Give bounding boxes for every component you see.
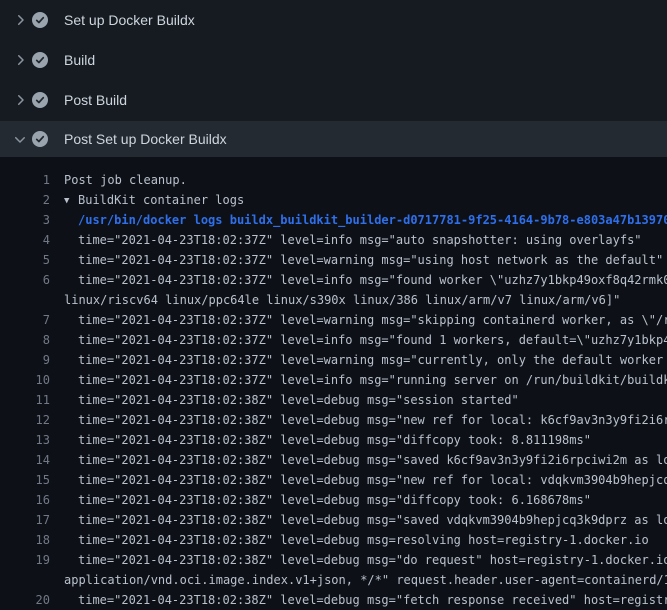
log-row: 20time="2021-04-23T18:02:38Z" level=debu… (0, 590, 667, 610)
log-row: 6time="2021-04-23T18:02:37Z" level=info … (0, 270, 667, 290)
line-number[interactable]: 7 (0, 310, 50, 330)
log-row: application/vnd.oci.image.index.v1+json,… (0, 570, 667, 590)
line-number[interactable]: 10 (0, 370, 50, 390)
log-text: time="2021-04-23T18:02:38Z" level=debug … (50, 430, 591, 450)
log-text: time="2021-04-23T18:02:38Z" level=debug … (50, 490, 591, 510)
step-label: Set up Docker Buildx (64, 12, 195, 28)
log-text: time="2021-04-23T18:02:37Z" level=warnin… (50, 250, 663, 270)
line-number[interactable]: 6 (0, 270, 50, 290)
group-expanded-triangle-icon[interactable]: ▼ (64, 191, 78, 211)
step-row-set-up-docker-buildx[interactable]: Set up Docker Buildx (0, 0, 667, 40)
log-text: time="2021-04-23T18:02:38Z" level=debug … (50, 510, 667, 530)
line-number (0, 570, 50, 590)
line-number[interactable]: 9 (0, 350, 50, 370)
check-circle-icon (32, 12, 48, 28)
step-label: Post Build (64, 92, 127, 108)
group-title[interactable]: BuildKit container logs (78, 193, 244, 207)
log-row: 14time="2021-04-23T18:02:38Z" level=debu… (0, 450, 667, 470)
log-row: 3/usr/bin/docker logs buildx_buildkit_bu… (0, 210, 667, 230)
log-row: 18time="2021-04-23T18:02:38Z" level=debu… (0, 530, 667, 550)
line-number[interactable]: 1 (0, 170, 50, 190)
log-text: time="2021-04-23T18:02:38Z" level=debug … (50, 530, 649, 550)
log-text: linux/riscv64 linux/ppc64le linux/s390x … (50, 290, 620, 310)
chevron-right-icon[interactable] (12, 92, 28, 108)
step-label: Post Set up Docker Buildx (64, 131, 227, 147)
log-row: 2▼BuildKit container logs (0, 190, 667, 210)
log-text: Post job cleanup. (50, 170, 187, 190)
check-circle-icon (32, 52, 48, 68)
line-number[interactable]: 15 (0, 470, 50, 490)
log-row: 7time="2021-04-23T18:02:37Z" level=warni… (0, 310, 667, 330)
line-number[interactable]: 13 (0, 430, 50, 450)
steps-list: Set up Docker Buildx Build Post Build Post … (0, 0, 667, 157)
step-row-post-set-up-docker-buildx[interactable]: Post Set up Docker Buildx (0, 121, 667, 157)
line-number[interactable]: 14 (0, 450, 50, 470)
log-text: time="2021-04-23T18:02:38Z" level=debug … (50, 550, 667, 570)
line-number[interactable]: 8 (0, 330, 50, 350)
chevron-right-icon[interactable] (12, 12, 28, 28)
line-number[interactable]: 11 (0, 390, 50, 410)
log-row: 16time="2021-04-23T18:02:38Z" level=debu… (0, 490, 667, 510)
log-row: 10time="2021-04-23T18:02:37Z" level=info… (0, 370, 667, 390)
log-viewer: 1Post job cleanup.2▼BuildKit container l… (0, 157, 667, 610)
chevron-right-icon[interactable] (12, 52, 28, 68)
check-circle-icon (32, 131, 48, 147)
log-text: time="2021-04-23T18:02:38Z" level=debug … (50, 450, 667, 470)
line-number[interactable]: 16 (0, 490, 50, 510)
log-text: time="2021-04-23T18:02:37Z" level=warnin… (50, 310, 667, 330)
log-row: 1Post job cleanup. (0, 170, 667, 190)
check-circle-icon (32, 92, 48, 108)
step-label: Build (64, 52, 95, 68)
line-number[interactable]: 18 (0, 530, 50, 550)
log-row: 5time="2021-04-23T18:02:37Z" level=warni… (0, 250, 667, 270)
log-row: 17time="2021-04-23T18:02:38Z" level=debu… (0, 510, 667, 530)
line-number (0, 290, 50, 310)
log-row: 9time="2021-04-23T18:02:37Z" level=warni… (0, 350, 667, 370)
log-text: application/vnd.oci.image.index.v1+json,… (50, 570, 667, 590)
log-text: time="2021-04-23T18:02:38Z" level=debug … (50, 590, 667, 610)
log-text: time="2021-04-23T18:02:37Z" level=info m… (50, 370, 667, 390)
log-text: time="2021-04-23T18:02:38Z" level=debug … (50, 410, 667, 430)
line-number[interactable]: 3 (0, 210, 50, 230)
log-text: ▼BuildKit container logs (50, 190, 244, 210)
line-number[interactable]: 2 (0, 190, 50, 210)
line-number[interactable]: 4 (0, 230, 50, 250)
line-number[interactable]: 17 (0, 510, 50, 530)
line-number[interactable]: 5 (0, 250, 50, 270)
log-row: 11time="2021-04-23T18:02:38Z" level=debu… (0, 390, 667, 410)
log-text: time="2021-04-23T18:02:37Z" level=warnin… (50, 350, 667, 370)
log-text: time="2021-04-23T18:02:37Z" level=info m… (50, 330, 667, 350)
log-text: time="2021-04-23T18:02:37Z" level=info m… (50, 230, 642, 250)
log-text: time="2021-04-23T18:02:38Z" level=debug … (50, 390, 519, 410)
log-row: 12time="2021-04-23T18:02:38Z" level=debu… (0, 410, 667, 430)
log-command-text: /usr/bin/docker logs buildx_buildkit_bui… (50, 210, 667, 230)
log-row: 8time="2021-04-23T18:02:37Z" level=info … (0, 330, 667, 350)
log-row: 4time="2021-04-23T18:02:37Z" level=info … (0, 230, 667, 250)
chevron-down-icon[interactable] (12, 131, 28, 147)
line-number[interactable]: 20 (0, 590, 50, 610)
step-row-build[interactable]: Build (0, 40, 667, 80)
log-row: linux/riscv64 linux/ppc64le linux/s390x … (0, 290, 667, 310)
log-row: 13time="2021-04-23T18:02:38Z" level=debu… (0, 430, 667, 450)
log-row: 19time="2021-04-23T18:02:38Z" level=debu… (0, 550, 667, 570)
log-row: 15time="2021-04-23T18:02:38Z" level=debu… (0, 470, 667, 490)
step-row-post-build[interactable]: Post Build (0, 80, 667, 120)
log-text: time="2021-04-23T18:02:37Z" level=info m… (50, 270, 667, 290)
line-number[interactable]: 19 (0, 550, 50, 570)
log-text: time="2021-04-23T18:02:38Z" level=debug … (50, 470, 667, 490)
line-number[interactable]: 12 (0, 410, 50, 430)
